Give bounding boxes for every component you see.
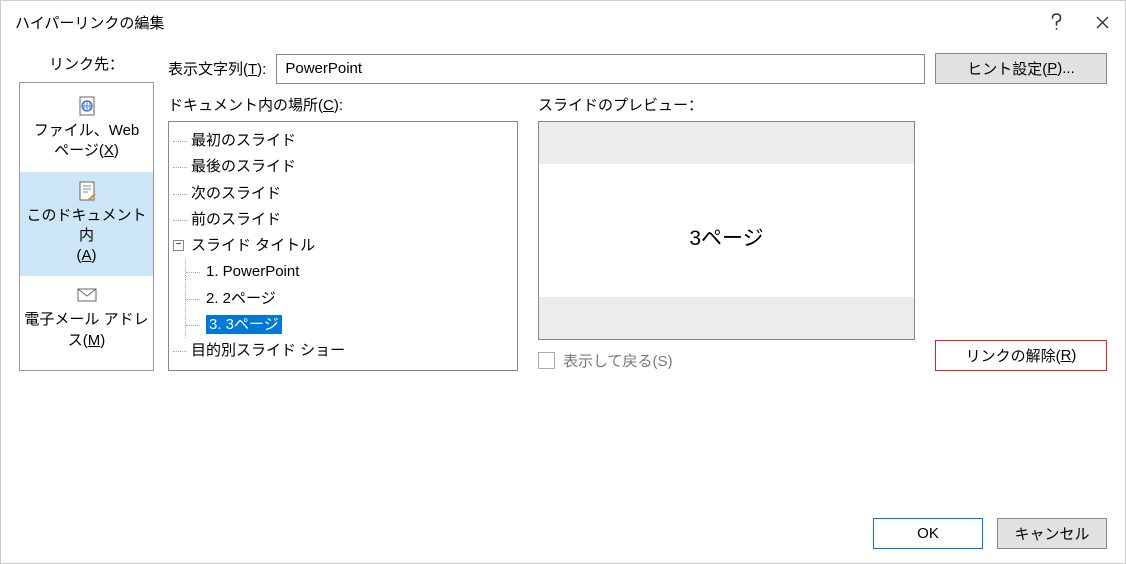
ok-button[interactable]: OK: [873, 518, 983, 549]
link-to-this-document[interactable]: このドキュメント内 (A): [20, 172, 153, 277]
link-to-email-label-1: 電子メール アドレ: [24, 311, 148, 328]
email-icon: [75, 284, 99, 306]
titlebar: ハイパーリンクの編集: [1, 1, 1125, 43]
tree-slide-1[interactable]: 1. PowerPoint: [186, 259, 513, 285]
tree-node-next[interactable]: 次のスライド: [173, 181, 513, 207]
link-to-this-doc-label-2b: ): [92, 247, 97, 264]
preview-label: スライドのプレビュー：: [538, 94, 915, 115]
tree-node-prev[interactable]: 前のスライド: [173, 207, 513, 233]
link-to-file-web-label-1: ファイル、Web: [34, 122, 140, 139]
show-and-return-checkbox[interactable]: [538, 352, 555, 369]
cancel-button[interactable]: キャンセル: [997, 518, 1107, 549]
display-text-input[interactable]: [276, 54, 925, 84]
tree-node-first[interactable]: 最初のスライド: [173, 128, 513, 154]
link-to-email-key: M: [88, 332, 101, 349]
hint-settings-button[interactable]: ヒント設定(P)...: [935, 53, 1107, 84]
remove-link-button[interactable]: リンクの解除(R): [935, 340, 1107, 371]
link-to-email[interactable]: 電子メール アドレ ス(M): [20, 276, 153, 361]
link-to-file-web-key: X: [104, 142, 114, 159]
location-tree[interactable]: 最初のスライド 最後のスライド 次のスライド 前のスライド − スライド タイト…: [168, 121, 518, 371]
link-to-file-web-label-2b: ): [114, 142, 119, 159]
file-web-icon: [75, 95, 99, 117]
show-and-return-label: 表示して戻る(S): [563, 350, 673, 371]
edit-hyperlink-dialog: ハイパーリンクの編集 リンク先： ファイル、Web ページ(X): [0, 0, 1126, 564]
link-to-label: リンク先：: [19, 53, 154, 74]
slide-preview: 3ページ: [538, 121, 915, 340]
link-to-email-label-2b: ): [100, 332, 105, 349]
link-to-file-web-label-2a: ページ(: [54, 142, 104, 159]
tree-node-custom-shows[interactable]: 目的別スライド ショー: [173, 338, 513, 364]
help-button[interactable]: [1033, 1, 1079, 43]
close-button[interactable]: [1079, 1, 1125, 43]
link-to-file-web[interactable]: ファイル、Web ページ(X): [20, 87, 153, 172]
link-to-this-doc-label-1: このドキュメント内: [26, 207, 146, 244]
collapse-icon[interactable]: −: [173, 240, 184, 251]
tree-node-last[interactable]: 最後のスライド: [173, 154, 513, 180]
link-to-panel: ファイル、Web ページ(X) このドキュメント内 (A) 電子メール アドレ …: [19, 82, 154, 371]
dialog-title: ハイパーリンクの編集: [15, 12, 1033, 33]
tree-node-slide-titles[interactable]: − スライド タイトル 1. PowerPoint 2. 2ページ 3. 3ペー…: [173, 233, 513, 338]
document-place-icon: [75, 180, 99, 202]
display-text-label: 表示文字列(T):: [168, 58, 266, 79]
link-to-this-doc-key: A: [81, 247, 91, 264]
location-label: ドキュメント内の場所(C):: [168, 94, 518, 115]
tree-slide-2[interactable]: 2. 2ページ: [186, 286, 513, 312]
tree-slide-3[interactable]: 3. 3ページ: [186, 312, 513, 338]
preview-text: 3ページ: [539, 222, 914, 252]
link-to-email-label-2a: ス(: [68, 332, 88, 349]
